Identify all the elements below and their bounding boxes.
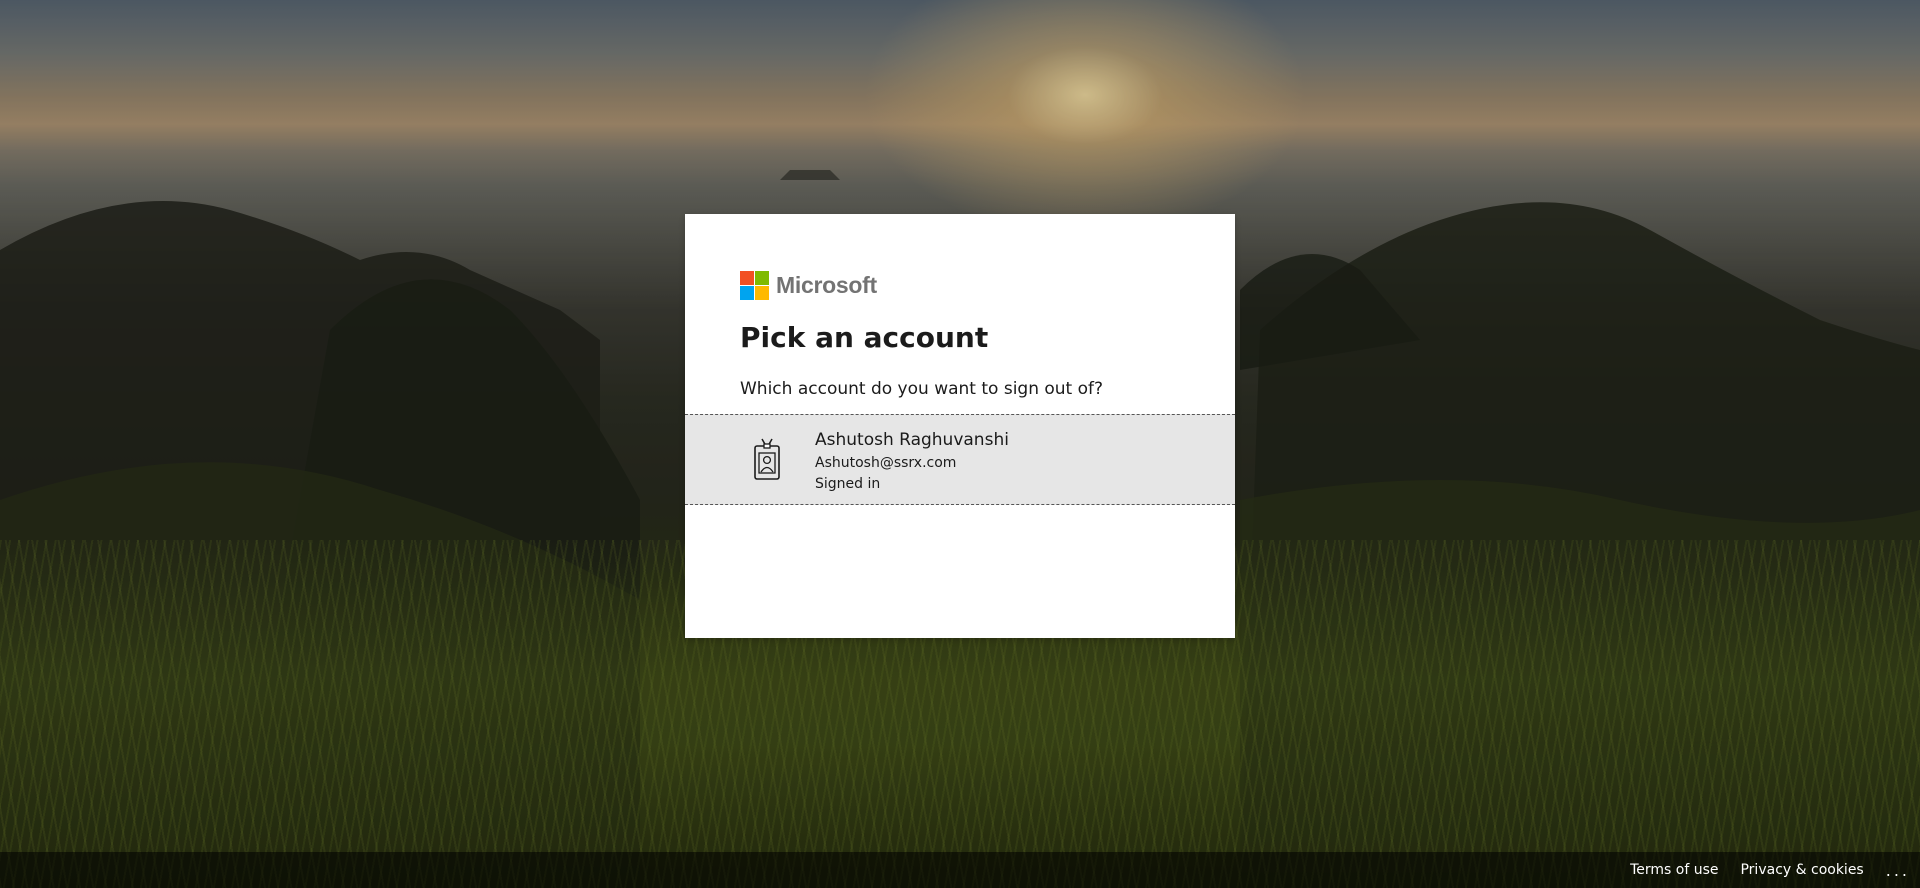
microsoft-logo-text: Microsoft: [776, 271, 877, 298]
sign-out-dialog: Microsoft Pick an account Which account …: [685, 214, 1235, 638]
privacy-cookies-link[interactable]: Privacy & cookies: [1740, 862, 1863, 878]
logo-square-yellow: [755, 285, 769, 300]
badge-icon: [754, 438, 780, 480]
account-status: Signed in: [815, 476, 881, 492]
account-tile[interactable]: Ashutosh Raghuvanshi Ashutosh@ssrx.com S…: [685, 414, 1235, 505]
page-title: Pick an account: [740, 321, 989, 354]
logo-square-green: [755, 270, 769, 285]
terms-of-use-link[interactable]: Terms of use: [1630, 862, 1718, 878]
page-subtitle: Which account do you want to sign out of…: [740, 379, 1104, 399]
more-options-icon[interactable]: ...: [1886, 861, 1910, 880]
microsoft-logo-icon: [740, 270, 769, 300]
account-list: Ashutosh Raghuvanshi Ashutosh@ssrx.com S…: [685, 414, 1235, 505]
footer-links: Terms of use Privacy & cookies ...: [1630, 852, 1920, 888]
microsoft-logo: Microsoft: [740, 270, 877, 300]
account-email: Ashutosh@ssrx.com: [815, 455, 957, 471]
logo-square-red: [740, 270, 754, 285]
footer-bar: Terms of use Privacy & cookies ...: [0, 852, 1920, 888]
logo-square-blue: [740, 285, 754, 300]
account-name: Ashutosh Raghuvanshi: [815, 430, 1009, 450]
